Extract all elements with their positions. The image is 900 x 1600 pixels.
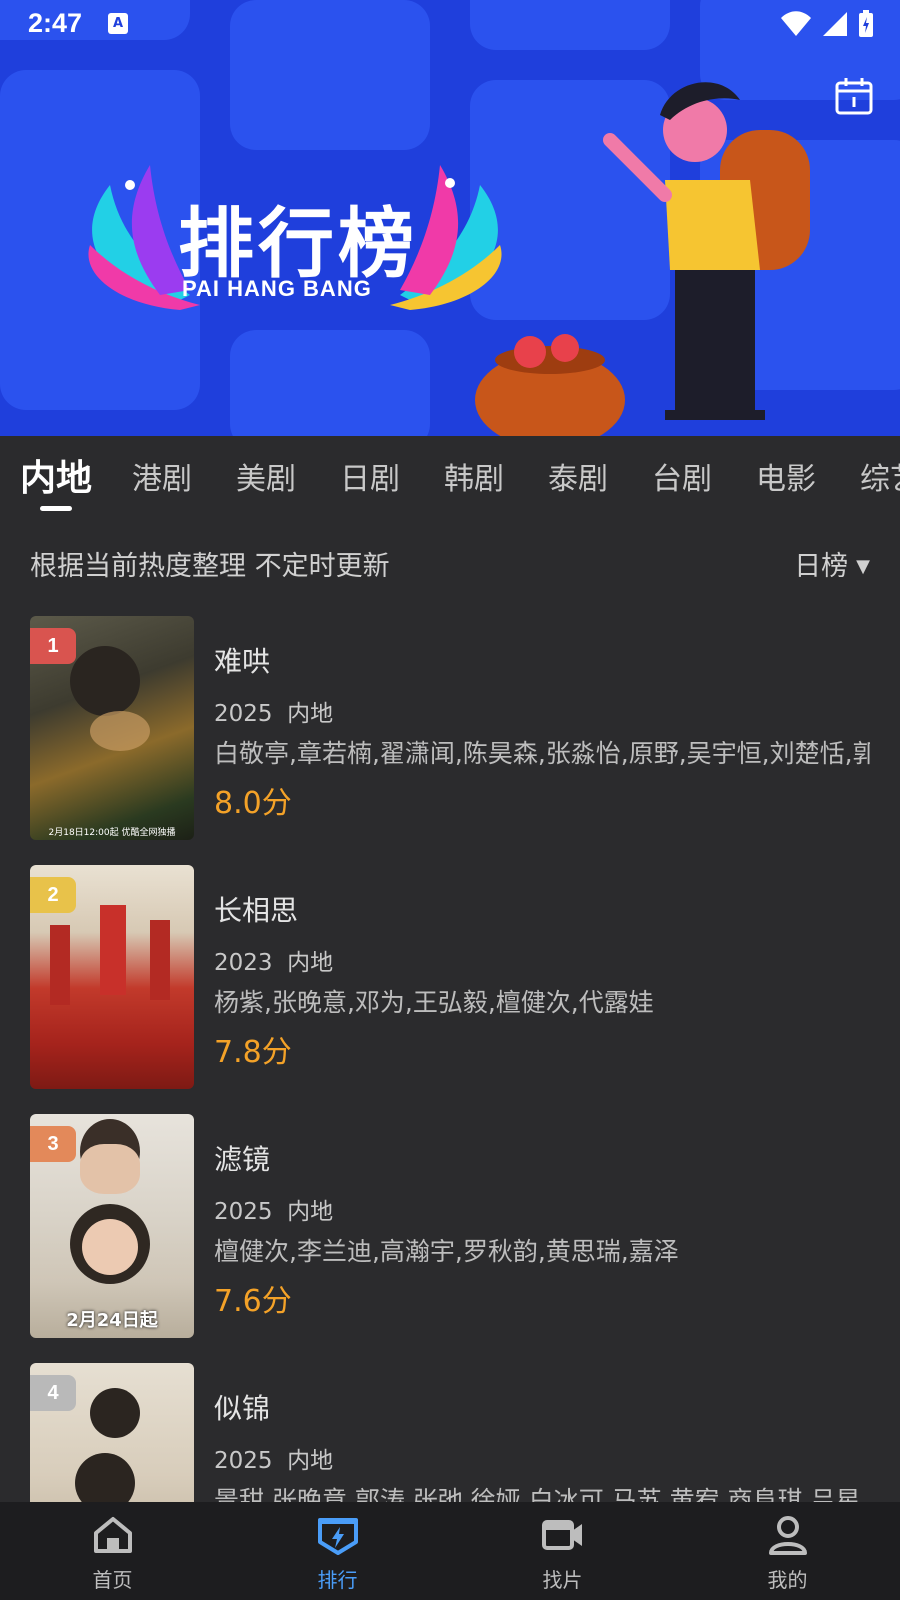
item-meta: 2023 内地: [214, 943, 333, 977]
tab-us[interactable]: 美剧: [236, 454, 296, 498]
rank-badge: 3: [30, 1126, 76, 1162]
person-icon: [768, 1516, 807, 1555]
item-cast: 杨紫,张晚意,邓为,王弘毅,檀健次,代露娃: [214, 988, 654, 1017]
tab-mainland[interactable]: 内地: [20, 449, 92, 501]
bottom-navigation: 首页 排行 找片 我的: [0, 1502, 900, 1600]
item-meta: 2025 内地: [214, 694, 333, 728]
item-year: 2025: [214, 701, 273, 727]
update-note: 根据当前热度整理 不定时更新: [30, 551, 390, 582]
rank-badge: 1: [30, 628, 76, 664]
calendar-icon: [835, 78, 873, 115]
nav-find-label: 找片: [542, 1568, 583, 1592]
tab-korea[interactable]: 韩剧: [444, 454, 504, 498]
tab-hongkong[interactable]: 港剧: [132, 454, 192, 498]
list-item[interactable]: 2月18日12:00起 优酷全网独播 1 难哄 2025 内地 白敬亭,章若楠,…: [30, 616, 870, 840]
item-region: 内地: [287, 701, 334, 727]
nav-home-label: 首页: [92, 1568, 133, 1592]
rank-badge: 2: [30, 877, 76, 913]
ranking-list: 2月18日12:00起 优酷全网独播 1 难哄 2025 内地 白敬亭,章若楠,…: [0, 612, 900, 1502]
rank-badge: 4: [30, 1375, 76, 1411]
sort-dropdown[interactable]: 日榜 ▼: [794, 544, 870, 583]
nav-mine[interactable]: 我的: [675, 1502, 900, 1600]
sort-label: 日榜: [794, 551, 849, 582]
character-illustration: [475, 82, 810, 436]
item-title: 滤镜: [214, 1143, 271, 1176]
tab-thailand[interactable]: 泰剧: [548, 454, 608, 498]
poster-caption: 2月18日12:00起 优酷全网独播: [48, 828, 176, 838]
wifi-icon: [781, 11, 811, 36]
caret-down-icon: ▼: [856, 556, 870, 577]
item-region: 内地: [287, 950, 334, 976]
item-region: 内地: [287, 1199, 334, 1225]
item-meta: 2025 内地: [214, 1441, 333, 1475]
list-item[interactable]: 2月24日起 3 滤镜 2025 内地 檀健次,李兰迪,高瀚宇,罗秋韵,黄思瑞,…: [30, 1114, 870, 1338]
tab-movie[interactable]: 电影: [756, 454, 816, 498]
ranking-icon: [317, 1518, 358, 1555]
battery-icon: [859, 10, 873, 37]
nav-home[interactable]: 首页: [0, 1502, 225, 1600]
item-title: 难哄: [214, 645, 271, 678]
list-item[interactable]: 4 似锦 2025 内地 景甜,张晚意,郭涛,张弛,徐娅,白冰可,马苏,黄宥,商…: [30, 1363, 870, 1502]
item-cast: 景甜,张晚意,郭涛,张弛,徐娅,白冰可,马苏,黄宥,商阜琪,吕星: [214, 1486, 861, 1502]
item-title: 似锦: [214, 1392, 271, 1425]
list-item[interactable]: 2 长相思 2023 内地 杨紫,张晚意,邓为,王弘毅,檀健次,代露娃 7.8分: [30, 865, 870, 1089]
item-title: 长相思: [214, 894, 299, 927]
item-year: 2023: [214, 950, 273, 976]
signal-icon: [823, 12, 847, 36]
category-tabs: 内地 港剧 美剧 日剧 韩剧 泰剧 台剧 电影 综艺: [0, 436, 900, 516]
item-year: 2025: [214, 1199, 273, 1225]
nav-mine-label: 我的: [767, 1568, 808, 1592]
item-cast: 白敬亭,章若楠,翟潇闻,陈昊森,张淼怡,原野,吴宇恒,刘楚恬,郭: [214, 739, 870, 768]
notification-icon: A: [108, 13, 128, 34]
video-camera-icon: [541, 1520, 582, 1550]
item-score: 7.6分: [214, 1284, 292, 1319]
list-subheader: 根据当前热度整理 不定时更新 日榜 ▼: [30, 542, 870, 582]
item-year: 2025: [214, 1448, 273, 1474]
tab-japan[interactable]: 日剧: [340, 454, 400, 498]
item-meta: 2025 内地: [214, 1192, 333, 1226]
item-region: 内地: [287, 1448, 334, 1474]
tab-taiwan[interactable]: 台剧: [652, 454, 712, 498]
calendar-button[interactable]: [834, 76, 874, 116]
nav-find[interactable]: 找片: [450, 1502, 675, 1600]
nav-ranking-label: 排行: [317, 1568, 358, 1592]
tab-indicator: [40, 506, 72, 511]
status-bar: 2:47 A: [0, 0, 900, 50]
status-time: 2:47: [28, 8, 83, 38]
item-score: 8.0分: [214, 786, 292, 821]
nav-ranking[interactable]: 排行: [225, 1502, 450, 1600]
tab-variety[interactable]: 综艺: [860, 454, 900, 498]
banner-subtitle: PAI HANG BANG: [182, 276, 372, 301]
item-score: 7.8分: [214, 1035, 292, 1070]
item-cast: 檀健次,李兰迪,高瀚宇,罗秋韵,黄思瑞,嘉泽: [214, 1237, 679, 1266]
ranking-banner: 排行榜 PAI HANG BANG: [0, 0, 900, 436]
poster-caption: 2月24日起: [66, 1310, 158, 1331]
home-icon: [93, 1517, 132, 1553]
